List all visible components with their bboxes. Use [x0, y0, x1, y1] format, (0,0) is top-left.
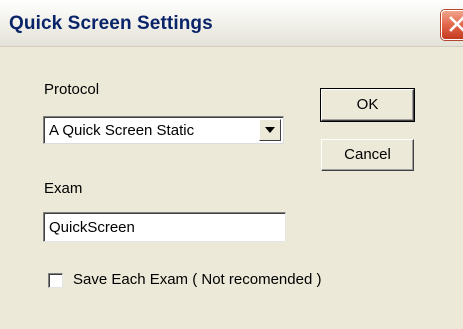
- protocol-selected-value: A Quick Screen Static: [49, 122, 195, 139]
- protocol-label: Protocol: [44, 81, 100, 98]
- chevron-down-icon: [265, 127, 275, 133]
- exam-label: Exam: [44, 180, 83, 197]
- window-title: Quick Screen Settings: [9, 13, 213, 34]
- title-bar[interactable]: Quick Screen Settings: [0, 0, 463, 47]
- ok-button[interactable]: OK: [320, 88, 415, 122]
- exam-field[interactable]: QuickScreen: [43, 212, 286, 242]
- quick-screen-settings-dialog: Quick Screen Settings Protocol A Quick S…: [0, 0, 463, 329]
- close-button[interactable]: [441, 10, 463, 40]
- protocol-dropdown-button[interactable]: [259, 119, 281, 141]
- cancel-button[interactable]: Cancel: [321, 139, 414, 171]
- save-each-exam-label[interactable]: Save Each Exam ( Not recomended ): [73, 271, 321, 288]
- close-icon: [449, 16, 463, 32]
- exam-field-value: QuickScreen: [49, 219, 135, 236]
- save-each-exam-checkbox[interactable]: [48, 273, 63, 288]
- protocol-dropdown[interactable]: A Quick Screen Static: [43, 116, 284, 144]
